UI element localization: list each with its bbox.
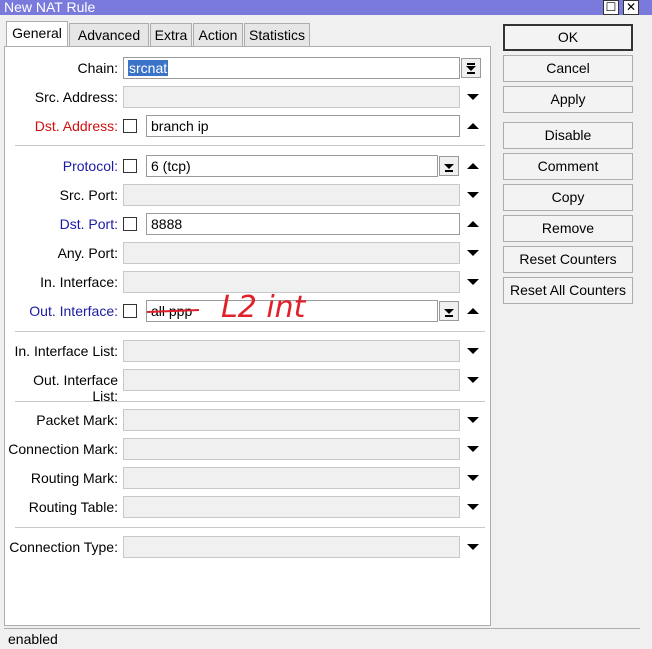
packet-mark-label: Packet Mark: — [36, 412, 118, 428]
disable-button[interactable]: Disable — [503, 122, 633, 149]
out-interface-negate-checkbox[interactable] — [123, 304, 137, 318]
bar-icon — [445, 170, 453, 172]
dst-port-negate-checkbox[interactable] — [123, 217, 137, 231]
bar-icon — [467, 63, 475, 65]
general-panel: Chain: srcnat Src. Address: Dst. Address… — [4, 46, 491, 626]
expand-down-icon[interactable] — [467, 417, 479, 423]
reset-counters-button[interactable]: Reset Counters — [503, 246, 633, 273]
divider — [15, 145, 485, 146]
collapse-up-icon[interactable] — [467, 163, 479, 169]
maximize-button[interactable]: ☐ — [603, 0, 619, 15]
bar-icon — [467, 72, 475, 74]
out-interface-label: Out. Interface: — [29, 303, 118, 319]
reset-all-counters-button[interactable]: Reset All Counters — [503, 277, 633, 304]
expand-down-icon[interactable] — [467, 446, 479, 452]
collapse-up-icon[interactable] — [467, 308, 479, 314]
close-icon: ✕ — [625, 0, 637, 14]
routing-mark-label: Routing Mark: — [30, 470, 118, 486]
tab-extra[interactable]: Extra — [150, 23, 192, 47]
comment-button[interactable]: Comment — [503, 153, 633, 180]
dst-port-label: Dst. Port: — [59, 216, 118, 232]
tab-statistics[interactable]: Statistics — [244, 23, 310, 47]
status-bar: enabled — [4, 628, 640, 648]
expand-down-icon[interactable] — [467, 377, 479, 383]
src-address-label: Src. Address: — [34, 89, 118, 105]
routing-mark-field[interactable] — [123, 467, 460, 489]
dst-port-field[interactable]: 8888 — [146, 213, 460, 235]
ok-button[interactable]: OK — [503, 24, 633, 51]
copy-button[interactable]: Copy — [503, 184, 633, 211]
apply-button[interactable]: Apply — [503, 86, 633, 113]
protocol-dropdown-button[interactable] — [439, 156, 459, 176]
title-bar: New NAT Rule — [0, 0, 652, 15]
in-interface-list-label: In. Interface List: — [14, 343, 119, 359]
protocol-select[interactable]: 6 (tcp) — [146, 155, 438, 177]
connection-type-label: Connection Type: — [9, 539, 118, 555]
remove-button[interactable]: Remove — [503, 215, 633, 242]
status-text: enabled — [8, 631, 58, 647]
chevron-down-icon — [444, 164, 454, 169]
packet-mark-field[interactable] — [123, 409, 460, 431]
protocol-negate-checkbox[interactable] — [123, 159, 137, 173]
expand-down-icon[interactable] — [467, 504, 479, 510]
chain-dropdown-button[interactable] — [461, 58, 481, 78]
out-interface-dropdown-button[interactable] — [439, 301, 459, 321]
expand-down-icon[interactable] — [467, 192, 479, 198]
expand-down-icon[interactable] — [467, 94, 479, 100]
src-address-field[interactable] — [123, 86, 460, 108]
tab-action[interactable]: Action — [193, 23, 243, 47]
expand-down-icon[interactable] — [467, 250, 479, 256]
routing-table-field[interactable] — [123, 496, 460, 518]
expand-down-icon[interactable] — [467, 279, 479, 285]
in-interface-list-field[interactable] — [123, 340, 460, 362]
connection-mark-field[interactable] — [123, 438, 460, 460]
chain-select[interactable]: srcnat — [123, 57, 460, 79]
collapse-up-icon[interactable] — [467, 221, 479, 227]
dst-address-negate-checkbox[interactable] — [123, 119, 137, 133]
out-interface-list-label: Out. Interface List: — [33, 372, 118, 404]
any-port-label: Any. Port: — [57, 245, 118, 261]
close-button[interactable]: ✕ — [623, 0, 639, 15]
src-port-label: Src. Port: — [59, 187, 118, 203]
out-interface-list-field[interactable] — [123, 369, 460, 391]
annotation-text: L2 int — [221, 290, 307, 325]
chain-value: srcnat — [128, 60, 169, 76]
expand-down-icon[interactable] — [467, 475, 479, 481]
divider — [15, 331, 485, 332]
connection-mark-label: Connection Mark: — [8, 441, 118, 457]
divider — [15, 527, 485, 528]
chain-label: Chain: — [77, 60, 118, 76]
chevron-down-icon — [444, 309, 454, 314]
dst-address-field[interactable]: branch ip — [146, 115, 460, 137]
collapse-up-icon[interactable] — [467, 123, 479, 129]
tab-advanced[interactable]: Advanced — [69, 23, 149, 47]
src-port-field[interactable] — [123, 184, 460, 206]
strike-line — [146, 309, 200, 313]
maximize-icon: ☐ — [605, 0, 617, 14]
window-title: New NAT Rule — [4, 0, 96, 15]
chevron-down-icon — [466, 66, 476, 71]
expand-down-icon[interactable] — [467, 348, 479, 354]
protocol-label: Protocol: — [62, 158, 118, 174]
expand-down-icon[interactable] — [467, 544, 479, 550]
cancel-button[interactable]: Cancel — [503, 55, 633, 82]
any-port-field[interactable] — [123, 242, 460, 264]
tab-general[interactable]: General — [6, 21, 68, 47]
routing-table-label: Routing Table: — [28, 499, 118, 515]
bar-icon — [445, 315, 453, 317]
dst-address-label: Dst. Address: — [34, 118, 118, 134]
handwritten-annotation: L2 int — [146, 290, 307, 325]
connection-type-field[interactable] — [123, 536, 460, 558]
in-interface-label: In. Interface: — [40, 274, 118, 290]
divider — [15, 401, 485, 402]
